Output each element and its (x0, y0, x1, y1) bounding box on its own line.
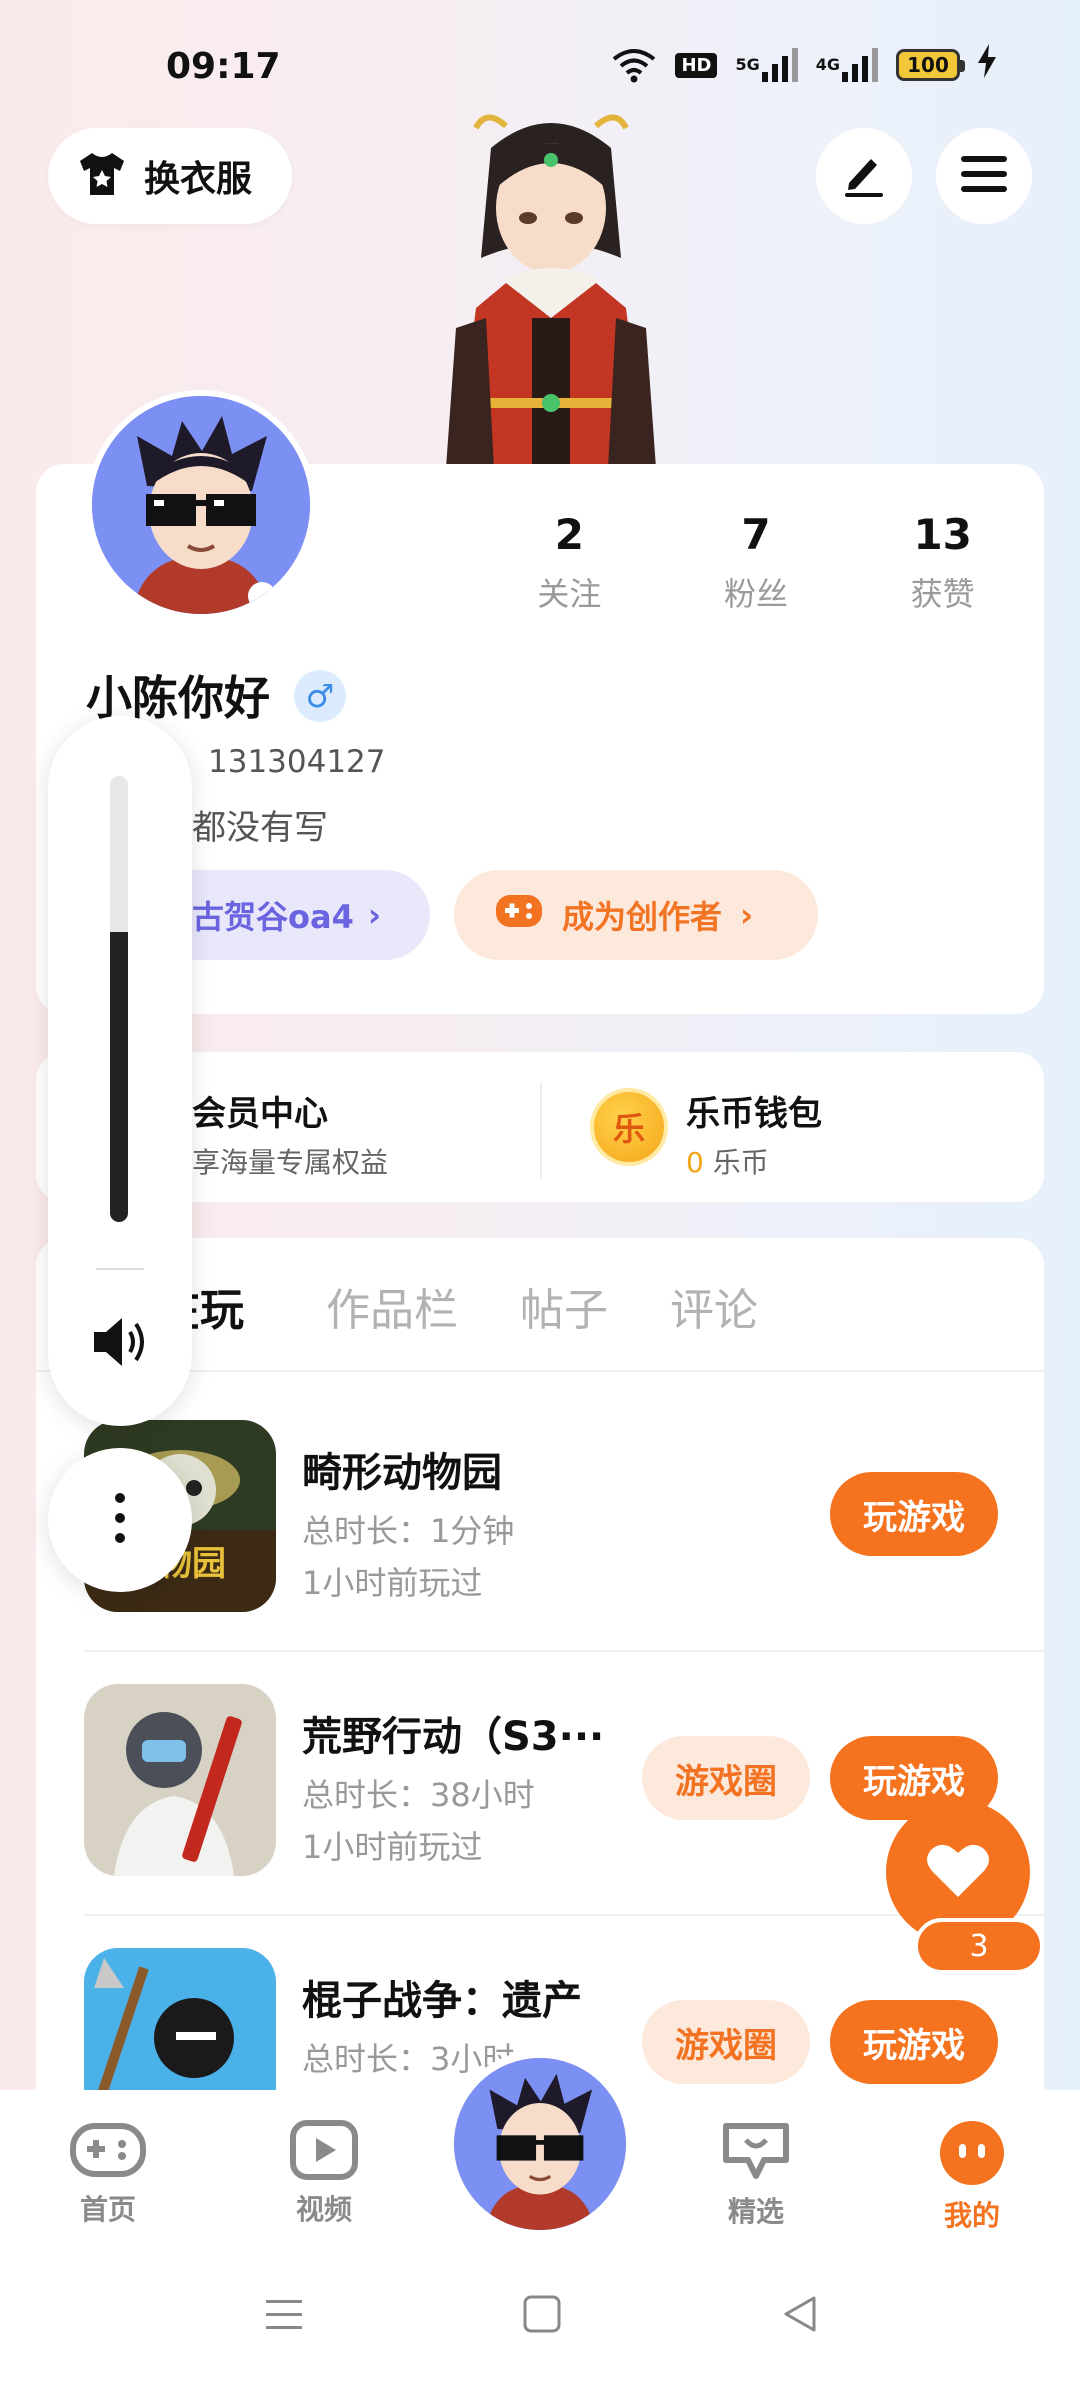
game-name: 畸形动物园 (302, 1450, 502, 1496)
charging-icon (978, 44, 996, 86)
game-circle-button[interactable]: 游戏圈 (642, 2000, 810, 2084)
vip-center[interactable]: 会员中心 享海量专属权益 (192, 1086, 388, 1181)
chevron-right-icon: › (740, 896, 754, 934)
likes-label: 获赞 (910, 575, 975, 613)
guild-pill[interactable]: 古贺谷oa4 › (150, 870, 430, 960)
vip-subtitle: 享海量专属权益 (192, 1146, 389, 1179)
tab-posts[interactable]: 帖子 (520, 1274, 608, 1338)
like-count-badge: 3 (914, 1918, 1044, 1974)
wallet-unit: 乐币 (712, 1146, 769, 1179)
member-divider (540, 1082, 542, 1178)
profile-avatar[interactable] (86, 390, 316, 620)
status-bar: 09:17 HD 5G 4G 100 (0, 0, 1080, 120)
guild-label: 古贺谷oa4 (192, 898, 354, 936)
video-icon (290, 2120, 358, 2184)
game-icon (84, 1684, 276, 1876)
vip-title: 会员中心 (192, 1094, 328, 1134)
change-outfit-button[interactable]: 换衣服 (48, 128, 292, 224)
menu-button[interactable] (936, 128, 1032, 224)
become-creator-button[interactable]: 成为创作者 › (454, 870, 818, 960)
nav-featured-label: 精选 (727, 2195, 784, 2228)
become-creator-label: 成为创作者 (562, 898, 723, 936)
nav-home-label: 首页 (79, 2193, 136, 2226)
back-button[interactable] (780, 2294, 820, 2338)
game-duration: 总时长：38小时 (302, 1776, 535, 1814)
speaker-icon[interactable] (92, 1316, 150, 1372)
pen-icon (839, 149, 889, 203)
game-name: 荒野行动（S3··· (302, 1714, 605, 1760)
home-button[interactable] (522, 2294, 562, 2338)
wallet-title: 乐币钱包 (686, 1094, 822, 1134)
volume-slider[interactable] (110, 776, 128, 1222)
nav-video[interactable]: 视频 (254, 2120, 394, 2228)
nav-featured[interactable]: 精选 (686, 2120, 826, 2230)
chevron-right-icon: › (367, 896, 382, 934)
wallet-amount: 0 (686, 1146, 704, 1179)
face-icon (939, 2121, 1005, 2190)
heart-chat-icon (720, 2123, 792, 2186)
tab-comments[interactable]: 评论 (670, 1274, 758, 1338)
wallet[interactable]: 乐币钱包 0 乐币 (686, 1086, 822, 1181)
coin-icon: 乐 (590, 1088, 668, 1166)
heart-icon (926, 1841, 990, 1903)
wifi-icon (611, 47, 657, 83)
gender-male-icon: ♂ (294, 670, 346, 722)
signal-5g-icon: 5G (735, 48, 798, 82)
more-vertical-icon (112, 1492, 128, 1548)
following-count: 2 (554, 510, 584, 559)
avatar-3d-figure[interactable] (416, 108, 686, 468)
game-row[interactable]: 动物园 畸形动物园 总时长：1分钟 1小时前玩过 玩游戏 (84, 1420, 1044, 1630)
more-options-button[interactable] (48, 1448, 192, 1592)
gamepad-icon (70, 2123, 146, 2184)
stat-following[interactable]: 2 关注 (476, 510, 663, 615)
game-circle-button[interactable]: 游戏圈 (642, 1736, 810, 1820)
followers-label: 粉丝 (724, 575, 789, 613)
profile-stats: 2 关注 7 粉丝 13 获赞 (476, 510, 1036, 615)
volume-panel (48, 716, 192, 1426)
play-game-button[interactable]: 玩游戏 (830, 2000, 998, 2084)
nav-home[interactable]: 首页 (38, 2120, 178, 2228)
system-nav-bar (0, 2250, 1080, 2400)
volume-fill (110, 932, 128, 1222)
nav-mine-label: 我的 (943, 2199, 1000, 2232)
user-id[interactable]: 131304127 (208, 744, 386, 780)
tshirt-icon (76, 151, 128, 201)
stat-likes[interactable]: 13 获赞 (849, 510, 1036, 615)
gamepad-icon (494, 891, 544, 939)
row-divider (84, 1650, 1044, 1652)
game-last-played: 1小时前玩过 (302, 1828, 483, 1866)
following-label: 关注 (537, 575, 602, 613)
likes-count: 13 (913, 510, 972, 559)
change-outfit-label: 换衣服 (144, 159, 253, 200)
status-time: 09:17 (166, 46, 281, 87)
status-icons: HD 5G 4G 100 (611, 44, 996, 86)
wallet-balance: 0 乐币 (686, 1141, 822, 1181)
hamburger-icon (961, 154, 1007, 198)
center-avatar-button[interactable] (446, 2050, 634, 2238)
play-game-button[interactable]: 玩游戏 (830, 1472, 998, 1556)
battery-icon: 100 (896, 49, 965, 81)
followers-count: 7 (741, 510, 771, 559)
tab-works[interactable]: 作品栏 (326, 1274, 458, 1338)
nav-mine[interactable]: 我的 (902, 2120, 1042, 2234)
game-duration: 总时长：1分钟 (302, 1512, 515, 1550)
nav-video-label: 视频 (295, 2193, 352, 2226)
game-name: 棍子战争：遗产 (302, 1978, 582, 2024)
user-bio[interactable]: 都没有写 (192, 800, 328, 849)
signal-4g-icon: 4G (816, 48, 878, 82)
recent-apps-button[interactable] (264, 2294, 304, 2338)
game-last-played: 1小时前玩过 (302, 1564, 483, 1602)
volume-separator (96, 1268, 144, 1270)
hd-icon: HD (675, 52, 718, 78)
edit-profile-button[interactable] (816, 128, 912, 224)
stat-followers[interactable]: 7 粉丝 (663, 510, 850, 615)
